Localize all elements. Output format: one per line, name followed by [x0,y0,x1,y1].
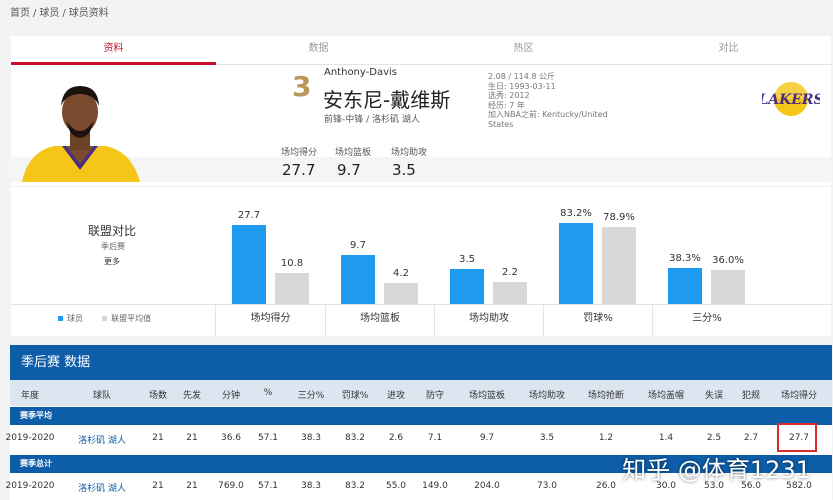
bar-player [559,222,593,304]
bar-value-label: 3.5 [459,254,475,265]
chart-legend: 球员 联盟平均值 [58,313,151,324]
legend-player-swatch [58,316,63,321]
breadcrumb-sep: / [33,8,37,19]
breadcrumb-players[interactable]: 球员 [39,8,59,19]
table-header-cell[interactable]: 场均抢断 [581,388,631,401]
tab-bar: 资料 数据 热区 对比 [11,36,831,65]
jersey-number: 3 [292,70,312,103]
team-link[interactable]: 洛杉矶 湖人 [72,433,132,446]
bar-value-label: 36.0% [712,255,744,267]
bar-value-label: 27.7 [237,210,261,222]
bar-value-label: 83.2% [560,207,592,219]
info-experience: 经历: 7 年 [488,100,525,110]
table-title: 季后赛 数据 [10,345,832,380]
player-info: 2.08 / 114.8 公斤 生日: 1993-03-11 选秀: 2012 … [488,72,618,130]
bar-league-avg [602,226,636,304]
chinese-name: 安东尼-戴维斯 [323,88,451,112]
legend-player: 球员 [67,314,83,323]
table-cell: 9.7 [479,433,495,443]
axis-label: 场均得分 [215,304,325,336]
table-header-cell[interactable]: 场均助攻 [522,388,572,401]
stat-value-ast: 3.5 [392,161,416,179]
league-title: 联盟对比 [88,224,137,238]
bar-value-label: 78.9% [603,211,635,223]
english-name: Anthony-Davis [324,67,397,78]
stat-label-ast: 场均助攻 [391,148,428,158]
logo-text: LAKERS [762,92,820,108]
stat-value-reb: 9.7 [337,161,361,179]
breadcrumb-sep: / [62,8,66,19]
tab-compare[interactable]: 对比 [626,36,831,64]
table-header-cell[interactable]: 场均盖帽 [641,388,691,401]
highlight-box [777,423,817,452]
team-link[interactable]: 洛杉矶 湖人 [72,481,132,494]
table-cell: 7.1 [427,433,443,443]
axis-label: 三分% [652,304,761,336]
table-header-cell[interactable]: 场均得分 [774,388,824,401]
table-cell: 2019-2020 [5,481,55,491]
position-team: 前锋-中锋 / 洛杉矶 湖人 [324,115,420,125]
stat-label-pts: 场均得分 [281,148,318,158]
table-header-cell[interactable]: 犯规 [726,388,776,401]
breadcrumb: 首页 / 球员 / 球员资料 [10,4,112,19]
player-avatar [22,86,140,182]
axis-label: 场均篮板 [325,304,434,336]
table-cell: 73.0 [536,481,558,491]
table-header-cell[interactable]: 三分% [286,388,336,401]
bar-value-label: 38.3% [669,253,701,265]
bar-player [232,225,266,304]
info-draft: 选秀: 2012 [488,91,530,101]
breadcrumb-home[interactable]: 首页 [10,8,30,19]
table-header-cell[interactable]: 防守 [410,388,460,401]
breadcrumb-current: 球员资料 [68,8,109,19]
axis-label: 场均助攻 [434,304,543,336]
stat-label-reb: 场均篮板 [335,148,372,158]
bar-player [450,269,484,304]
bar-league-avg [711,270,745,304]
table-header-cell[interactable]: 年度 [5,388,55,401]
axis-label: 罚球% [543,304,652,336]
table-cell: 149.0 [422,481,448,491]
more-link[interactable]: 更多 [104,256,120,267]
bar-player [668,268,702,304]
bar-value-label: 2.2 [502,267,518,278]
group-season-avg: 赛季平均 [10,407,832,425]
watermark: 知乎 @体育1231 [622,456,811,484]
legend-avg-swatch [102,316,108,321]
tab-profile[interactable]: 资料 [11,36,216,65]
bar-league-avg [275,273,309,304]
table-cell: 1.2 [598,433,614,443]
table-header-cell[interactable]: 球队 [77,388,127,401]
table-header-cell[interactable]: 场均篮板 [462,388,512,401]
bar-league-avg [384,282,418,304]
info-pre-nba: 加入NBA之前: Kentucky/United States [488,110,608,129]
table-cell: 204.0 [474,481,500,491]
bar-value-label: 10.8 [280,258,304,270]
info-birthday: 生日: 1993-03-11 [488,81,556,91]
table-cell: 2019-2020 [5,433,55,443]
tab-data[interactable]: 数据 [216,36,421,64]
stat-value-pts: 27.7 [282,161,316,179]
info-height-weight: 2.08 / 114.8 公斤 [488,72,556,81]
tab-hotzone[interactable]: 热区 [421,36,626,64]
legend-avg: 联盟平均值 [111,314,152,323]
table-cell: 3.5 [539,433,555,443]
bar-value-label: 9.7 [350,239,366,251]
bar-league-avg [493,282,527,304]
bar-value-label: 4.2 [393,267,409,279]
bar-player [341,254,375,304]
team-logo: LAKERS [762,82,820,116]
league-subtitle: 季后赛 [101,242,125,251]
